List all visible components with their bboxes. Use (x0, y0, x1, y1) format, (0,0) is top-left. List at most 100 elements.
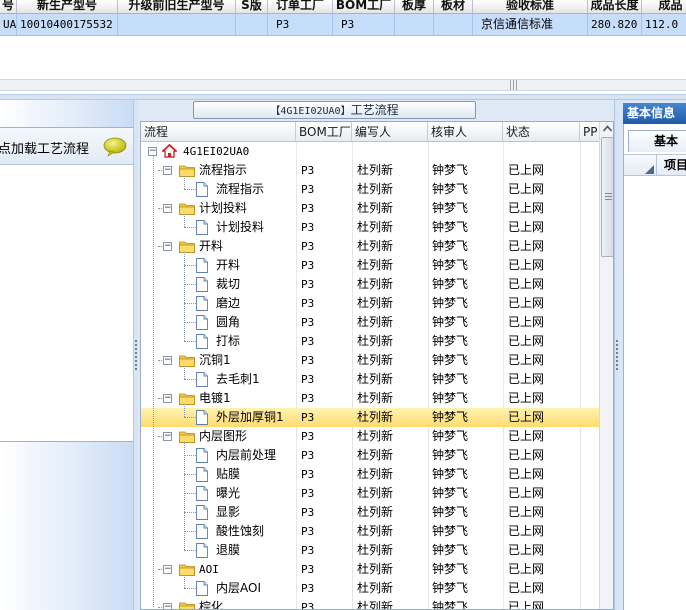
tree-step-label[interactable]: 酸性蚀刻 (216, 522, 264, 541)
tree-step-row[interactable]: 去毛刺1 P3 杜列新 钟梦飞 已上网 (141, 370, 601, 389)
tree-step-label[interactable]: 计划投料 (216, 218, 264, 237)
tree-step-label[interactable]: 开料 (216, 256, 240, 275)
tree-column-header[interactable]: PP (580, 122, 601, 142)
tree-step-label[interactable]: 曝光 (216, 484, 240, 503)
tree-column-header[interactable]: BOM工厂 (296, 122, 352, 142)
tree-folder-row[interactable]: − AOI P3 杜列新 钟梦飞 已上网 (141, 560, 601, 579)
order-grid-cell[interactable]: UA0 (0, 14, 17, 35)
order-grid-cell[interactable] (395, 14, 434, 35)
order-grid-column-header[interactable]: 成品 (642, 0, 686, 13)
tree-folder-row[interactable]: − 计划投料 P3 杜列新 钟梦飞 已上网 (141, 199, 601, 218)
tree-root-row[interactable]: − 4G1EI02UA0 (141, 142, 601, 161)
tree-folder-label[interactable]: 内层图形 (199, 427, 247, 446)
horizontal-scrollbar[interactable] (0, 79, 686, 91)
order-grid-column-header[interactable]: 订单工厂 (268, 0, 333, 13)
order-grid-cell[interactable] (236, 14, 268, 35)
tree-step-label[interactable]: 内层前处理 (216, 446, 276, 465)
tree-column-header[interactable]: 编写人 (352, 122, 428, 142)
tree-step-row[interactable]: 贴膜 P3 杜列新 钟梦飞 已上网 (141, 465, 601, 484)
tree-folder-label[interactable]: 电镀1 (199, 389, 231, 408)
tree-folder-label[interactable]: 沉铜1 (199, 351, 231, 370)
tree-step-row[interactable]: 计划投料 P3 杜列新 钟梦飞 已上网 (141, 218, 601, 237)
order-grid-column-header[interactable]: 板厚 (395, 0, 434, 13)
load-process-label[interactable]: 点加载工艺流程 (0, 138, 89, 157)
order-grid-column-header[interactable]: 升级前旧生产型号 (118, 0, 236, 13)
tree-column-header[interactable]: 流程 (141, 122, 296, 142)
tree-step-label[interactable]: 外层加厚铜1 (216, 408, 284, 427)
tree-folder-row[interactable]: − 沉铜1 P3 杜列新 钟梦飞 已上网 (141, 351, 601, 370)
collapse-toggle-icon[interactable]: − (163, 603, 172, 609)
tab-basic-info[interactable]: 基本信息 (623, 103, 686, 124)
scroll-up-arrow-icon[interactable] (600, 122, 614, 136)
collapse-toggle-icon[interactable]: − (163, 432, 172, 441)
tree-step-row[interactable]: 曝光 P3 杜列新 钟梦飞 已上网 (141, 484, 601, 503)
collapse-toggle-icon[interactable]: − (163, 242, 172, 251)
tree-step-row[interactable]: 开料 P3 杜列新 钟梦飞 已上网 (141, 256, 601, 275)
tree-folder-row[interactable]: − 电镀1 P3 杜列新 钟梦飞 已上网 (141, 389, 601, 408)
tree-folder-row[interactable]: − 流程指示 P3 杜列新 钟梦飞 已上网 (141, 161, 601, 180)
tree-folder-row[interactable]: − 开料 P3 杜列新 钟梦飞 已上网 (141, 237, 601, 256)
order-grid-column-header[interactable]: 成品长度 (588, 0, 642, 13)
tree-root-label[interactable]: 4G1EI02UA0 (183, 142, 249, 161)
scroll-grip-icon[interactable] (510, 80, 518, 90)
tree-column-header[interactable]: 状态 (503, 122, 580, 142)
tree-column-header[interactable]: 核审人 (428, 122, 503, 142)
tree-folder-label[interactable]: 流程指示 (199, 161, 247, 180)
order-grid-cell[interactable] (434, 14, 473, 35)
collapse-toggle-icon[interactable]: − (163, 565, 172, 574)
tree-folder-label[interactable]: 棕化 (199, 598, 223, 609)
order-grid-cell[interactable]: P3 (333, 14, 395, 35)
order-grid-column-header[interactable]: 号 (0, 0, 17, 13)
tree-step-label[interactable]: 圆角 (216, 313, 240, 332)
tree-step-row[interactable]: 酸性蚀刻 P3 杜列新 钟梦飞 已上网 (141, 522, 601, 541)
collapse-toggle-icon[interactable]: − (163, 356, 172, 365)
tree-step-label[interactable]: 显影 (216, 503, 240, 522)
tree-folder-row[interactable]: − 内层图形 P3 杜列新 钟梦飞 已上网 (141, 427, 601, 446)
tree-step-label[interactable]: 退膜 (216, 541, 240, 560)
tree-step-row[interactable]: 打标 P3 杜列新 钟梦飞 已上网 (141, 332, 601, 351)
tree-folder-row[interactable]: − 棕化 P3 杜列新 钟梦飞 已上网 (141, 598, 601, 609)
tree-step-row[interactable]: 圆角 P3 杜列新 钟梦飞 已上网 (141, 313, 601, 332)
collapse-toggle-icon[interactable]: − (163, 166, 172, 175)
tree-step-label[interactable]: 磨边 (216, 294, 240, 313)
order-grid-cell[interactable]: 280.820 (588, 14, 642, 35)
tree-step-row[interactable]: 裁切 P3 杜列新 钟梦飞 已上网 (141, 275, 601, 294)
tree-step-label[interactable]: 贴膜 (216, 465, 240, 484)
collapse-toggle-icon[interactable]: − (163, 394, 172, 403)
tree-step-label[interactable]: 打标 (216, 332, 240, 351)
collapse-toggle-icon[interactable]: − (148, 147, 157, 156)
speech-bubble-icon[interactable] (103, 137, 127, 157)
item-column-header[interactable]: 项目 (624, 154, 686, 176)
tree-step-row[interactable]: 显影 P3 杜列新 钟梦飞 已上网 (141, 503, 601, 522)
tree-step-row[interactable]: 磨边 P3 杜列新 钟梦飞 已上网 (141, 294, 601, 313)
tree-step-row[interactable]: 流程指示 P3 杜列新 钟梦飞 已上网 (141, 180, 601, 199)
tree-step-row[interactable]: 退膜 P3 杜列新 钟梦飞 已上网 (141, 541, 601, 560)
splitter-grip-icon[interactable] (135, 340, 137, 370)
tree-step-row[interactable]: 内层AOI P3 杜列新 钟梦飞 已上网 (141, 579, 601, 598)
order-grid-cell[interactable]: P3 (268, 14, 333, 35)
order-grid-row[interactable]: UA010010400175532 P3P3 京信通信标准280.820112.0 (0, 14, 686, 36)
tree-folder-label[interactable]: AOI (199, 560, 219, 579)
load-process-header[interactable]: 点加载工艺流程 (0, 128, 134, 165)
vertical-scrollbar[interactable] (599, 122, 614, 609)
tree-step-label[interactable]: 内层AOI (216, 579, 261, 598)
tree-step-row[interactable]: 内层前处理 P3 杜列新 钟梦飞 已上网 (141, 446, 601, 465)
order-grid-column-header[interactable]: BOM工厂 (333, 0, 395, 13)
subtab-basic[interactable]: 基本 (628, 130, 686, 152)
tree-step-row[interactable]: 外层加厚铜1 P3 杜列新 钟梦飞 已上网 (141, 408, 601, 427)
scroll-thumb[interactable] (601, 137, 613, 257)
order-grid-cell[interactable] (118, 14, 236, 35)
tree-folder-label[interactable]: 计划投料 (199, 199, 247, 218)
order-grid-cell[interactable]: 112.0 (642, 14, 686, 35)
order-grid-column-header[interactable]: 新生产型号 (17, 0, 118, 13)
order-grid-cell[interactable]: 10010400175532 (17, 14, 118, 35)
order-grid-cell[interactable]: 京信通信标准 (473, 14, 588, 35)
tree-step-label[interactable]: 去毛刺1 (216, 370, 260, 389)
order-grid-column-header[interactable]: 板材 (434, 0, 473, 13)
order-grid-column-header[interactable]: 验收标准 (473, 0, 588, 13)
tree-step-label[interactable]: 流程指示 (216, 180, 264, 199)
tree-step-label[interactable]: 裁切 (216, 275, 240, 294)
order-grid-column-header[interactable]: S版 (236, 0, 268, 13)
collapse-toggle-icon[interactable]: − (163, 204, 172, 213)
tree-folder-label[interactable]: 开料 (199, 237, 223, 256)
